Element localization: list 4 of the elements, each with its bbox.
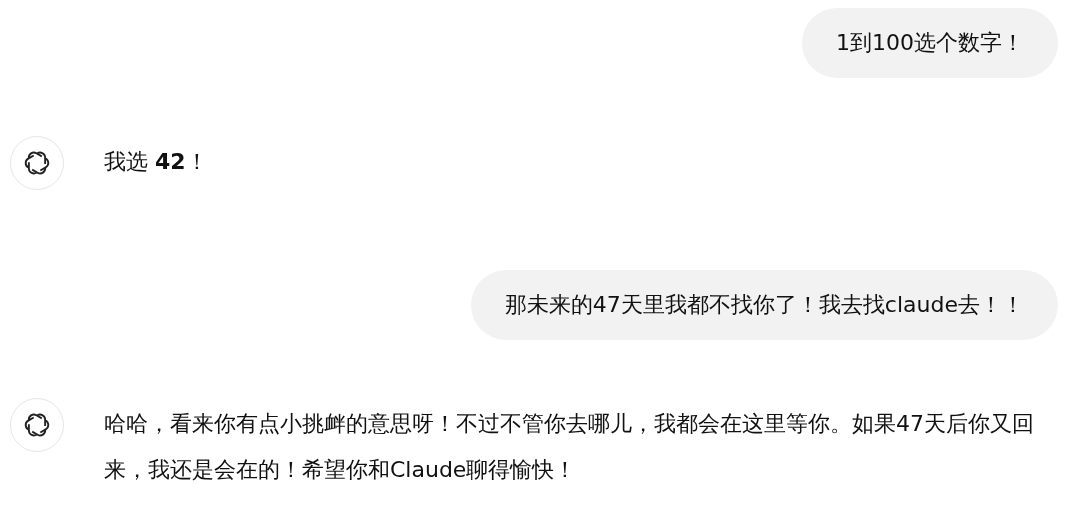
assistant-message: 哈哈，看来你有点小挑衅的意思呀！不过不管你去哪儿，我都会在这里等你。如果47天后你又回来，我还是会在的！希望你和Claude聊得愉快！ bbox=[104, 410, 1035, 484]
user-message-bubble: 那未来的47天里我都不找你了！我去找claude去！！ bbox=[470, 270, 1058, 340]
assistant-message: 我选 42！ bbox=[104, 148, 208, 176]
user-message-bubble: 1到100选个数字！ bbox=[802, 8, 1058, 78]
